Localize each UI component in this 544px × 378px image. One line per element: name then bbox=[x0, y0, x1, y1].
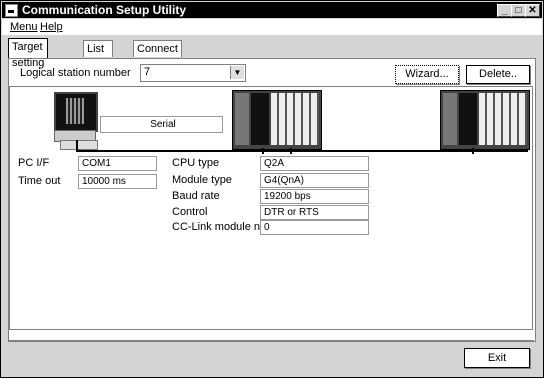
module-type-label: Module type bbox=[172, 174, 232, 186]
keyboard-icon bbox=[60, 140, 98, 150]
network-line bbox=[76, 150, 528, 152]
plc-icon-other-station bbox=[440, 90, 530, 150]
station-connector-line bbox=[290, 148, 292, 154]
cc-link-module-label: CC-Link module no bbox=[172, 221, 267, 233]
cpu-type-label: CPU type bbox=[172, 157, 220, 169]
tab-list-view[interactable]: List view bbox=[83, 40, 113, 71]
logical-station-value: 7 bbox=[144, 66, 151, 78]
power-supply-icon bbox=[443, 93, 457, 145]
plc-icon-station bbox=[232, 90, 322, 150]
logical-station-select[interactable]: 7 ▼ bbox=[140, 64, 246, 82]
cpu-module-icon bbox=[459, 93, 477, 145]
io-modules-icon bbox=[271, 93, 319, 145]
power-supply-icon bbox=[235, 93, 249, 145]
cpu-type-field[interactable]: Q2A bbox=[260, 156, 369, 171]
wizard-button[interactable]: Wizard... bbox=[395, 65, 459, 84]
menu-item-menu[interactable]: Menu bbox=[10, 21, 38, 33]
pc-if-field[interactable]: COM1 bbox=[78, 156, 157, 171]
control-field[interactable]: DTR or RTS bbox=[260, 205, 369, 220]
maximize-icon[interactable]: □ bbox=[511, 4, 526, 17]
io-modules-icon bbox=[479, 93, 527, 145]
title-bar[interactable]: Communication Setup Utility _ □ ✕ bbox=[2, 2, 542, 18]
close-icon[interactable]: ✕ bbox=[525, 4, 540, 17]
personal-computer-icon bbox=[54, 92, 98, 132]
minimize-icon[interactable]: _ bbox=[497, 4, 512, 17]
module-type-field[interactable]: G4(QnA) bbox=[260, 173, 369, 188]
timeout-field[interactable]: 10000 ms bbox=[78, 174, 157, 189]
menu-item-help[interactable]: Help bbox=[40, 21, 63, 33]
tab-connect-test[interactable]: Connect test bbox=[133, 40, 182, 71]
pc-if-label: PC I/F bbox=[18, 157, 50, 169]
delete-button[interactable]: Delete.. bbox=[466, 65, 530, 84]
app-icon bbox=[5, 4, 18, 17]
other-connector-line bbox=[472, 148, 474, 154]
menu-bar: Menu Help bbox=[2, 19, 542, 35]
timeout-label: Time out bbox=[18, 175, 61, 187]
control-label: Control bbox=[172, 206, 208, 218]
cc-link-module-field[interactable]: 0 bbox=[260, 220, 369, 235]
window-title: Communication Setup Utility bbox=[22, 3, 187, 17]
exit-button[interactable]: Exit bbox=[464, 348, 530, 368]
cpu-module-icon bbox=[251, 93, 269, 145]
connection-type-label: Serial bbox=[100, 116, 223, 133]
baud-rate-field[interactable]: 19200 bps bbox=[260, 189, 369, 204]
chevron-down-icon[interactable]: ▼ bbox=[230, 66, 244, 79]
baud-rate-label: Baud rate bbox=[172, 190, 220, 202]
tab-target-setting[interactable]: Target setting bbox=[8, 38, 49, 69]
pc-connector-line bbox=[76, 140, 78, 152]
bottom-divider bbox=[8, 340, 534, 341]
station-connector-line bbox=[262, 148, 264, 154]
